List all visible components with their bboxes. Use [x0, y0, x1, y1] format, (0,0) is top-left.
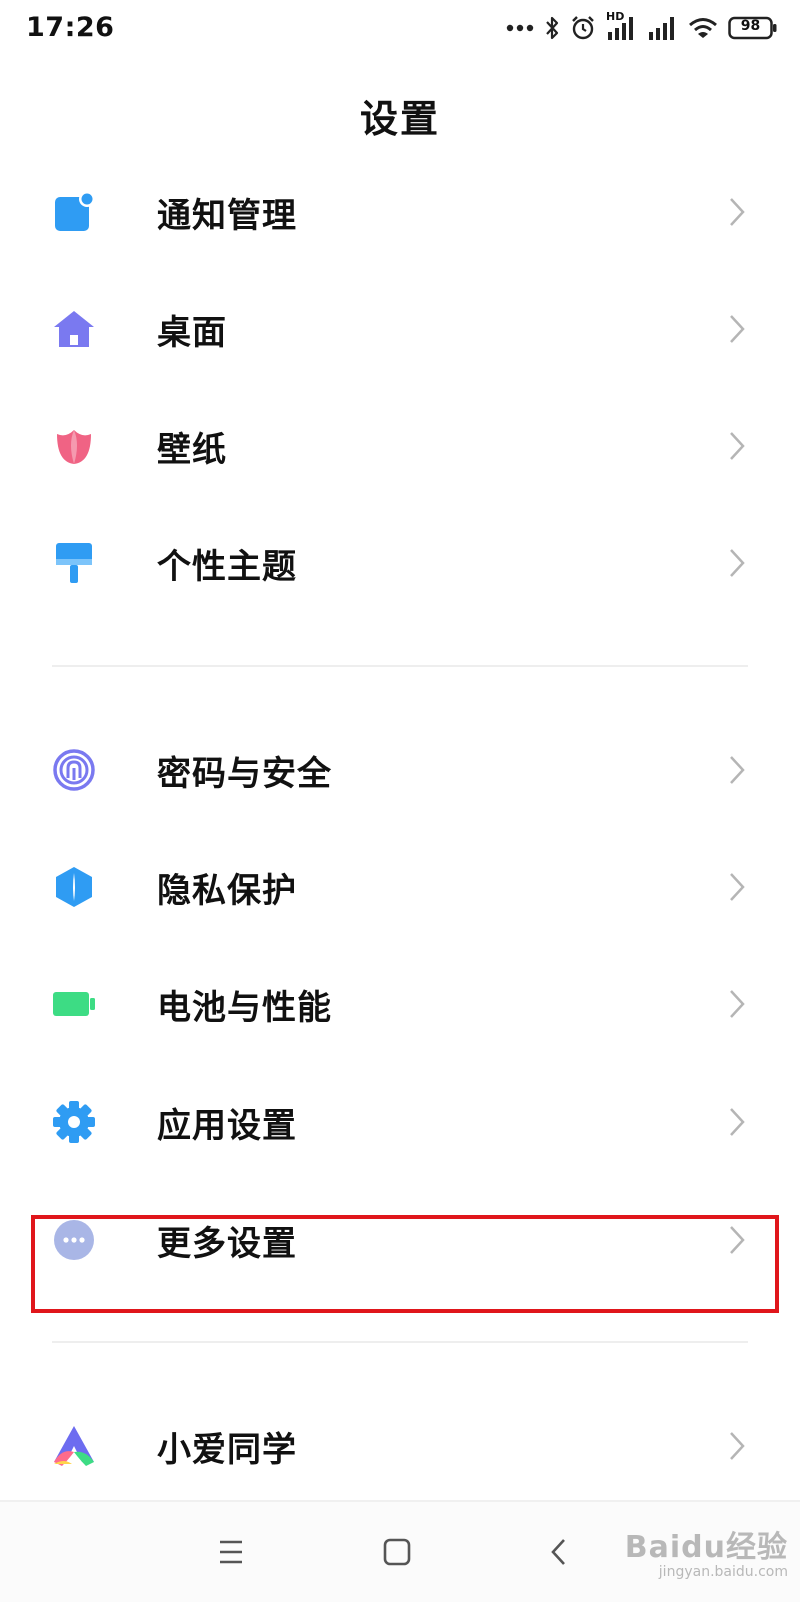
settings-item-password-security[interactable]: 密码与安全 — [0, 710, 800, 826]
chevron-right-icon — [730, 990, 745, 1018]
watermark-logo: Baidu经验 — [624, 1530, 788, 1565]
chevron-right-icon — [730, 198, 745, 226]
notification-icon — [55, 191, 95, 231]
watermark: Baidu经验 jingyan.baidu.com — [625, 1522, 788, 1580]
section-divider — [52, 665, 748, 667]
status-time: 17:26 — [26, 12, 115, 43]
signal-icon — [649, 17, 674, 40]
settings-item-label: 个性主题 — [157, 547, 297, 587]
chevron-right-icon — [730, 756, 745, 784]
status-icons: HD 98 — [506, 10, 778, 44]
paint-roller-icon — [56, 543, 92, 583]
signal-hd-icon: HD — [606, 10, 638, 42]
settings-item-label: 应用设置 — [157, 1106, 297, 1146]
settings-item-label: 密码与安全 — [157, 754, 332, 794]
settings-item-home-screen[interactable]: 桌面 — [0, 269, 800, 385]
tulip-icon — [57, 430, 91, 464]
page-title: 设置 — [359, 97, 440, 141]
settings-item-label: 小爱同学 — [157, 1430, 297, 1470]
xiaoai-icon — [54, 1426, 94, 1466]
back-icon[interactable] — [546, 1530, 572, 1574]
highlight-box — [31, 1215, 779, 1313]
home-icon — [54, 311, 94, 347]
chevron-right-icon — [730, 315, 745, 343]
settings-item-themes[interactable]: 个性主题 — [0, 503, 800, 619]
settings-item-xiaoai[interactable]: 小爱同学 — [0, 1386, 800, 1502]
chevron-right-icon — [730, 1432, 745, 1460]
settings-item-label: 壁纸 — [157, 430, 227, 470]
chevron-right-icon — [730, 1108, 745, 1136]
battery-icon — [53, 992, 95, 1016]
gear-icon — [53, 1101, 95, 1143]
shield-icon — [56, 867, 92, 907]
settings-item-label: 隐私保护 — [157, 871, 297, 911]
more-dots-icon — [506, 24, 534, 32]
wifi-icon — [689, 18, 717, 38]
chevron-right-icon — [730, 549, 745, 577]
battery-icon: 98 — [728, 16, 778, 40]
settings-item-label: 通知管理 — [157, 196, 297, 236]
home-button-icon[interactable] — [378, 1530, 422, 1574]
menu-icon[interactable] — [218, 1530, 244, 1574]
chevron-right-icon — [730, 432, 745, 460]
bluetooth-icon — [546, 16, 559, 40]
status-bar: 17:26 HD 98 — [0, 0, 800, 56]
section-divider — [52, 1341, 748, 1343]
battery-level: 98 — [740, 18, 761, 34]
settings-item-notifications[interactable]: 通知管理 — [0, 152, 800, 268]
alarm-icon — [572, 16, 594, 40]
fingerprint-icon — [53, 749, 95, 791]
watermark-url: jingyan.baidu.com — [658, 1564, 788, 1580]
settings-item-label: 桌面 — [157, 313, 227, 353]
settings-item-wallpaper[interactable]: 壁纸 — [0, 386, 800, 502]
settings-item-battery-performance[interactable]: 电池与性能 — [0, 944, 800, 1060]
settings-item-app-settings[interactable]: 应用设置 — [0, 1062, 800, 1178]
settings-item-label: 电池与性能 — [157, 988, 332, 1028]
chevron-right-icon — [730, 873, 745, 901]
settings-item-privacy[interactable]: 隐私保护 — [0, 827, 800, 943]
